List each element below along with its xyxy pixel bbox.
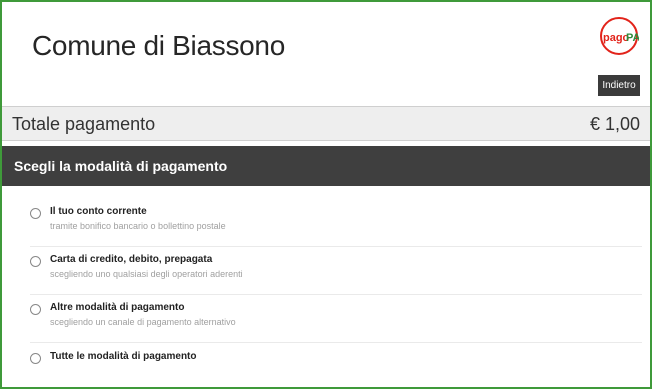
option-divider [30, 294, 642, 295]
radio-button[interactable] [30, 256, 41, 267]
radio-button[interactable] [30, 208, 41, 219]
option-divider [30, 342, 642, 343]
option-subtitle: scegliendo uno qualsiasi degli operatori… [50, 269, 243, 279]
option-title: Altre modalità di pagamento [50, 302, 185, 313]
total-amount: € 1,00 [589, 114, 640, 134]
payment-option-card[interactable]: Carta di credito, debito, prepagata sceg… [30, 254, 642, 286]
section-title: Scegli la modalità di pagamento [14, 158, 228, 174]
payment-option-bank-account[interactable]: Il tuo conto corrente tramite bonifico b… [30, 206, 642, 238]
total-label: Totale pagamento [12, 114, 156, 134]
svg-text:PA: PA [626, 32, 639, 44]
option-title: Carta di credito, debito, prepagata [50, 254, 213, 265]
section-header: Scegli la modalità di pagamento [2, 146, 650, 186]
payment-option-other[interactable]: Altre modalità di pagamento scegliendo u… [30, 302, 642, 334]
page-frame: Comune di Biassono pago PA Indietro Tota… [0, 0, 652, 389]
payment-option-all[interactable]: Tutte le modalità di pagamento [30, 351, 642, 369]
option-title: Il tuo conto corrente [50, 206, 147, 217]
radio-button[interactable] [30, 353, 41, 364]
option-divider [30, 246, 642, 247]
option-title: Tutte le modalità di pagamento [50, 351, 197, 362]
back-button[interactable]: Indietro [598, 75, 640, 96]
option-subtitle: tramite bonifico bancario o bollettino p… [50, 221, 226, 231]
total-bar: Totale pagamento € 1,00 [2, 106, 650, 141]
option-subtitle: scegliendo un canale di pagamento altern… [50, 317, 236, 327]
header: Comune di Biassono pago PA Indietro [2, 2, 650, 102]
pagopa-logo: pago PA [599, 16, 641, 56]
radio-button[interactable] [30, 304, 41, 315]
page-title: Comune di Biassono [32, 30, 285, 61]
